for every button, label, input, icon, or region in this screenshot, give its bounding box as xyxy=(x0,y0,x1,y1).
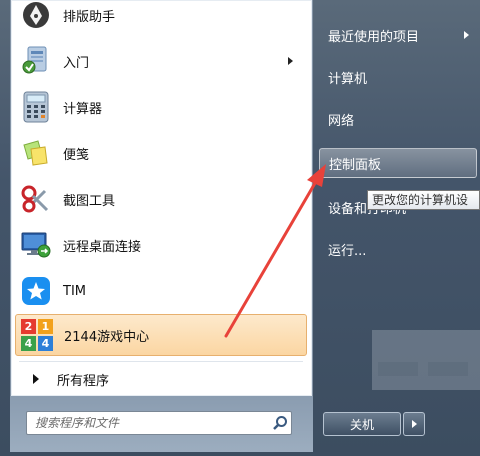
program-label: 远程桌面连接 xyxy=(63,239,142,255)
program-item-tim[interactable]: TIM xyxy=(15,270,307,312)
recent-items-link[interactable]: 最近使用的项目 xyxy=(319,20,477,50)
submenu-arrow-icon xyxy=(288,57,293,65)
getting-started-icon xyxy=(19,44,53,78)
right-item-label: 控制面板 xyxy=(329,157,382,173)
scissors-icon xyxy=(19,182,53,216)
run-link[interactable]: 运行... xyxy=(319,234,477,264)
program-label: 入门 xyxy=(63,55,90,71)
program-label: 排版助手 xyxy=(63,9,116,25)
shutdown-button[interactable]: 关机 xyxy=(323,412,401,436)
program-item-calculator[interactable]: 计算器 xyxy=(15,86,307,128)
pen-nib-icon xyxy=(19,0,53,32)
computer-link[interactable]: 计算机 xyxy=(319,62,477,92)
sticky-notes-icon xyxy=(19,136,53,170)
game-center-icon: 2 1 4 4 xyxy=(20,318,54,352)
game-tile: 4 xyxy=(21,336,36,351)
expand-arrow-icon xyxy=(33,374,39,384)
program-item-sticky-notes[interactable]: 便笺 xyxy=(15,132,307,174)
submenu-arrow-icon xyxy=(464,31,469,39)
program-item-typesetting-assistant[interactable]: 排版助手 xyxy=(15,0,307,36)
programs-panel: 排版助手 入门 计算器 便笺 截图工具 远程桌面连接 TIM 2 1 4 4 2… xyxy=(10,0,313,397)
program-label: TIM xyxy=(63,283,86,299)
start-menu: 排版助手 入门 计算器 便笺 截图工具 远程桌面连接 TIM 2 1 4 4 2… xyxy=(0,0,480,456)
remote-desktop-icon xyxy=(19,228,53,262)
program-label: 便笺 xyxy=(63,147,90,163)
calculator-icon xyxy=(19,90,53,124)
places-panel: 最近使用的项目 计算机 网络 控制面板 设备和打印机 运行... xyxy=(313,0,480,456)
search-icon[interactable] xyxy=(269,412,291,434)
program-item-snipping-tool[interactable]: 截图工具 xyxy=(15,178,307,220)
search-input[interactable] xyxy=(27,412,269,434)
search-box[interactable] xyxy=(26,411,292,435)
all-programs-label: 所有程序 xyxy=(57,373,110,389)
chevron-right-icon xyxy=(411,420,417,428)
program-label: 计算器 xyxy=(63,101,103,117)
control-panel-tooltip: 更改您的计算机设 xyxy=(367,190,480,210)
game-tile: 1 xyxy=(38,319,53,334)
program-label: 2144游戏中心 xyxy=(64,329,150,345)
right-item-label: 运行... xyxy=(328,243,367,259)
network-link[interactable]: 网络 xyxy=(319,104,477,134)
all-programs-item[interactable]: 所有程序 xyxy=(15,366,307,392)
program-item-2144-game-center[interactable]: 2 1 4 4 2144游戏中心 xyxy=(15,314,307,356)
game-tile: 4 xyxy=(38,336,53,351)
control-panel-link[interactable]: 控制面板 xyxy=(319,148,477,178)
shutdown-options-button[interactable] xyxy=(403,412,425,436)
program-item-getting-started[interactable]: 入门 xyxy=(15,40,307,82)
game-tile: 2 xyxy=(21,319,36,334)
program-item-remote-desktop[interactable]: 远程桌面连接 xyxy=(15,224,307,266)
right-item-label: 最近使用的项目 xyxy=(328,29,420,45)
right-item-label: 计算机 xyxy=(328,71,368,87)
tim-icon xyxy=(19,274,53,308)
divider xyxy=(19,361,303,362)
right-item-label: 网络 xyxy=(328,113,355,129)
program-label: 截图工具 xyxy=(63,193,116,209)
